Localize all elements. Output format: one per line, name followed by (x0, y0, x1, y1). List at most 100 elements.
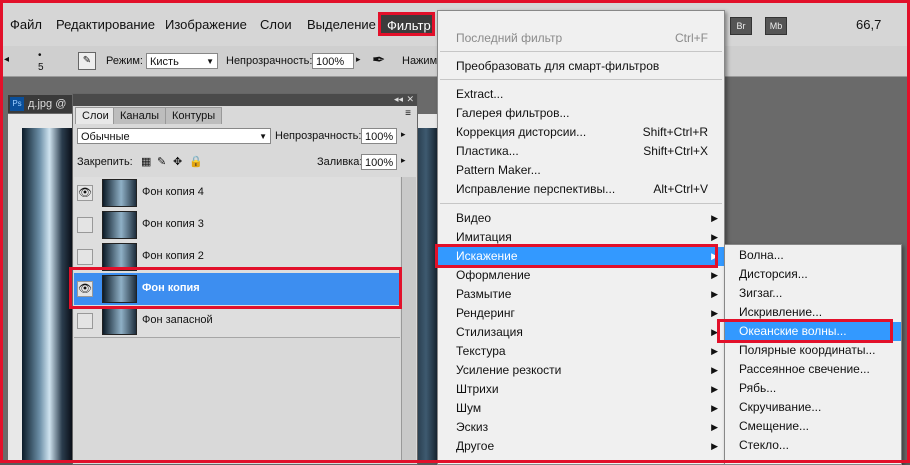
menu-filter[interactable]: Фильтр (378, 12, 435, 36)
layer-name: Фон копия 3 (142, 218, 204, 230)
fill-field[interactable]: 100% (361, 154, 397, 170)
canvas-image[interactable] (22, 128, 72, 463)
collapse-icon[interactable]: ◂◂ (394, 94, 403, 105)
menu-item-vanishing-point[interactable]: Исправление перспективы... Alt+Ctrl+V (438, 180, 724, 199)
menu-image[interactable]: Изображение (165, 17, 247, 32)
brush-dot-icon[interactable]: • (38, 50, 42, 61)
layer-thumbnail (102, 179, 137, 207)
menu-item-texture[interactable]: Текстура ▶ (438, 342, 724, 361)
menu-item-brush-strokes[interactable]: Штрихи ▶ (438, 380, 724, 399)
submenu-arrow-icon: ▶ (711, 384, 718, 394)
menu-select[interactable]: Выделение (307, 17, 376, 32)
visibility-toggle[interactable] (77, 313, 93, 329)
menu-separator (440, 79, 722, 80)
menu-filter-label: Фильтр (387, 18, 431, 33)
document-title: д.jpg @ (28, 98, 67, 110)
mode-select[interactable]: Кисть ▼ (146, 53, 218, 69)
highlight-frame-distort (435, 244, 718, 268)
submenu-arrow-icon: ▶ (711, 422, 718, 432)
layer-row[interactable]: Фон запасной (74, 305, 400, 338)
menu-item-liquify[interactable]: Пластика... Shift+Ctrl+X (438, 142, 724, 161)
submenu-item-polar-coordinates[interactable]: Полярные координаты... (725, 341, 901, 360)
layer-thumbnail (102, 211, 137, 239)
visibility-toggle[interactable] (77, 217, 93, 233)
menu-item-pixelate[interactable]: Оформление ▶ (438, 266, 724, 285)
tab-channels[interactable]: Каналы (113, 107, 167, 124)
layer-row[interactable]: Фон копия 3 (74, 209, 400, 242)
menu-item-pattern-maker[interactable]: Pattern Maker... (438, 161, 724, 180)
lock-all-icon[interactable]: 🔒 (189, 155, 203, 168)
document-tab[interactable]: Ps д.jpg @ (8, 95, 74, 113)
submenu-item-wave[interactable]: Волна... (725, 246, 901, 265)
mini-bridge-button[interactable]: Mb (765, 17, 787, 35)
submenu-item-ripple[interactable]: Рябь... (725, 379, 901, 398)
close-icon[interactable]: ✕ (406, 94, 414, 105)
submenu-item-distortion[interactable]: Дисторсия... (725, 265, 901, 284)
bridge-button[interactable]: Br (730, 17, 752, 35)
submenu-item-glass[interactable]: Стекло... (725, 436, 901, 455)
submenu-arrow-icon: ▶ (711, 213, 718, 223)
ruler-vertical (8, 128, 23, 463)
menu-item-sketch[interactable]: Эскиз ▶ (438, 418, 724, 437)
tab-paths[interactable]: Контуры (165, 107, 223, 124)
layer-name: Фон копия 2 (142, 250, 204, 262)
lock-pixels-icon[interactable]: ✎ (157, 155, 166, 168)
menu-item-other[interactable]: Другое ▶ (438, 437, 724, 456)
submenu-arrow-icon: ▶ (711, 403, 718, 413)
opacity-arrow-icon[interactable]: ▸ (356, 54, 361, 65)
layer-opacity-arrow-icon[interactable]: ▸ (401, 129, 406, 140)
layer-opacity-field[interactable]: 100% (361, 128, 397, 144)
menu-item-noise[interactable]: Шум ▶ (438, 399, 724, 418)
submenu-item-displace[interactable]: Смещение... (725, 417, 901, 436)
lock-label: Закрепить: (77, 156, 133, 168)
menu-item-last-filter[interactable]: Последний фильтр Ctrl+F (438, 29, 724, 48)
menu-layers[interactable]: Слои (260, 17, 292, 32)
lock-transparency-icon[interactable]: ▦ (141, 155, 151, 168)
panel-titlebar[interactable]: ◂◂ ✕ (73, 94, 417, 106)
layer-thumbnail (102, 307, 137, 335)
menu-item-lens-correction[interactable]: Коррекция дисторсии... Shift+Ctrl+R (438, 123, 724, 142)
fill-arrow-icon[interactable]: ▸ (401, 155, 406, 166)
opacity-field[interactable]: 100% (312, 53, 354, 69)
menu-edit[interactable]: Редактирование (56, 17, 155, 32)
filter-menu: Последний фильтр Ctrl+F Преобразовать для… (437, 10, 725, 465)
submenu-item-twirl[interactable]: Скручивание... (725, 398, 901, 417)
menu-file[interactable]: Файл (10, 17, 42, 32)
fill-label: Заливка: (317, 156, 363, 168)
lock-position-icon[interactable]: ✥ (173, 155, 182, 168)
menu-item-extract[interactable]: Extract... (438, 85, 724, 104)
submenu-item-diffuse-glow[interactable]: Рассеянное свечение... (725, 360, 901, 379)
layer-row[interactable]: 👁 Фон копия 4 (74, 177, 400, 210)
highlight-frame-layer (69, 267, 402, 309)
mode-label: Режим: (106, 55, 143, 67)
layers-scrollbar[interactable] (401, 177, 416, 463)
zoom-level[interactable]: 66,7 (856, 17, 881, 32)
menu-item-filter-gallery[interactable]: Галерея фильтров... (438, 104, 724, 123)
submenu-arrow-icon: ▶ (711, 441, 718, 451)
menu-item-video[interactable]: Видео ▶ (438, 209, 724, 228)
blend-mode-select[interactable]: Обычные ▼ (77, 128, 271, 144)
menu-item-sharpen[interactable]: Усиление резкости ▶ (438, 361, 724, 380)
menu-item-render[interactable]: Рендеринг ▶ (438, 304, 724, 323)
menu-item-blur[interactable]: Размытие ▶ (438, 285, 724, 304)
eye-icon[interactable]: 👁 (77, 185, 93, 201)
menu-item-smart-filters[interactable]: Преобразовать для смарт-фильтров (438, 57, 724, 76)
brush-size[interactable]: 5 (38, 62, 44, 73)
visibility-toggle[interactable] (77, 249, 93, 265)
menu-item-stylize[interactable]: Стилизация ▶ (438, 323, 724, 342)
highlight-frame-ocean-ripple (717, 319, 893, 343)
submenu-item-zigzag[interactable]: Зигзаг... (725, 284, 901, 303)
menu-separator (440, 51, 722, 52)
layer-name: Фон запасной (142, 314, 213, 326)
tool-preset-arrow-icon[interactable]: ◂ (4, 54, 9, 65)
panel-menu-icon[interactable]: ≡ (405, 108, 411, 119)
layer-opacity-label: Непрозрачность: (275, 130, 362, 142)
distort-submenu: Волна... Дисторсия... Зигзаг... Искривле… (724, 244, 902, 465)
airbrush-icon[interactable]: ✒ (372, 50, 385, 70)
layer-name: Фон копия 4 (142, 186, 204, 198)
tab-layers[interactable]: Слои (75, 107, 116, 124)
photoshop-icon: Ps (10, 97, 24, 111)
brush-panel-icon[interactable]: ✎ (78, 52, 96, 70)
pressure-label: Нажим (402, 55, 438, 67)
opacity-label: Непрозрачность: (226, 55, 313, 67)
